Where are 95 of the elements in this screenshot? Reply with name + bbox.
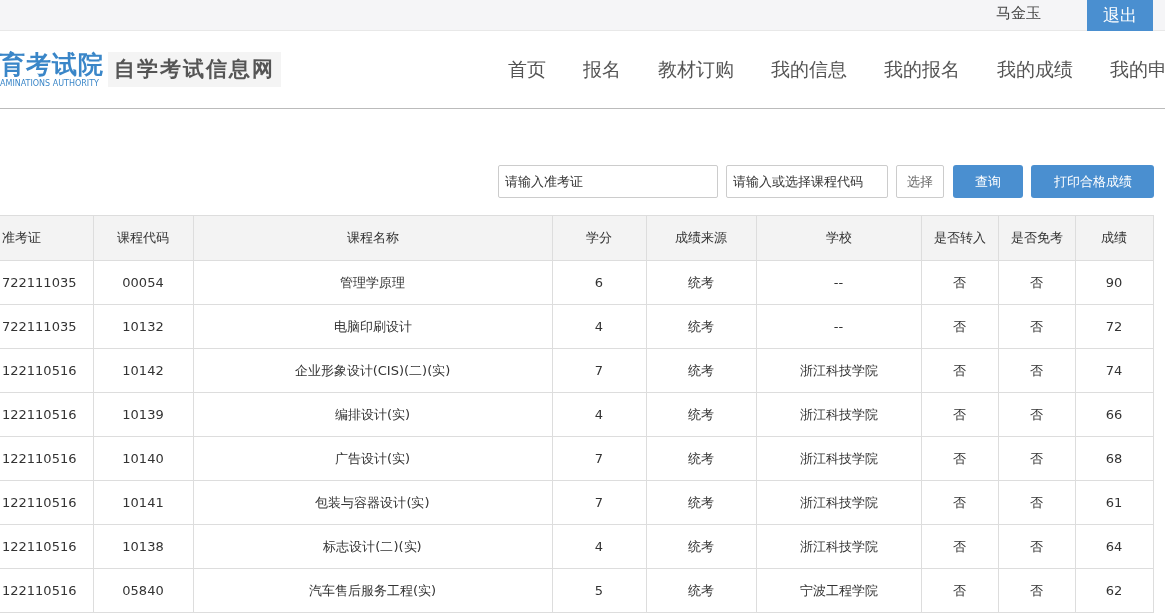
table-cell: 90	[1075, 260, 1153, 305]
table-cell: 7	[552, 480, 646, 525]
table-cell: 122110516	[0, 436, 93, 481]
table-cell: 包装与容器设计(实)	[193, 480, 552, 525]
table-cell: 宁波工程学院	[756, 568, 921, 613]
table-cell: 10140	[93, 436, 193, 481]
table-cell: 否	[921, 304, 998, 349]
table-cell: 64	[1075, 524, 1153, 569]
table-cell: 否	[998, 568, 1075, 613]
table-cell: 122110516	[0, 348, 93, 393]
table-cell: 10138	[93, 524, 193, 569]
table-cell: 05840	[93, 568, 193, 613]
table-cell: 否	[998, 480, 1075, 525]
column-header: 是否转入	[921, 215, 998, 261]
column-header: 成绩来源	[646, 215, 756, 261]
table-cell: 722111035	[0, 260, 93, 305]
logo-subtitle: AMINATIONS AUTHORITY	[0, 79, 100, 88]
table-cell: 统考	[646, 348, 756, 393]
user-name: 马金玉	[996, 3, 1041, 24]
ticket-input[interactable]: 请输入准考证	[498, 165, 718, 198]
table-cell: 66	[1075, 392, 1153, 437]
table-cell: 否	[921, 260, 998, 305]
table-cell: 统考	[646, 392, 756, 437]
table-cell: 浙江科技学院	[756, 436, 921, 481]
table-cell: 统考	[646, 480, 756, 525]
table-cell: 广告设计(实)	[193, 436, 552, 481]
column-header: 学分	[552, 215, 646, 261]
nav-link[interactable]: 我的报名	[884, 55, 960, 84]
nav-link[interactable]: 首页	[508, 55, 546, 84]
table-cell: 6	[552, 260, 646, 305]
table-cell: 否	[998, 304, 1075, 349]
table-cell: 74	[1075, 348, 1153, 393]
table-cell: 标志设计(二)(实)	[193, 524, 552, 569]
table-cell: 122110516	[0, 568, 93, 613]
column-header: 课程代码	[93, 215, 193, 261]
table-cell: 00054	[93, 260, 193, 305]
table-cell: 72	[1075, 304, 1153, 349]
table-cell: 4	[552, 392, 646, 437]
table-cell: 否	[921, 436, 998, 481]
table-cell: 否	[998, 392, 1075, 437]
table-cell: 10139	[93, 392, 193, 437]
site-name: 自学考试信息网	[108, 51, 281, 88]
course-code-input[interactable]: 请输入或选择课程代码	[726, 165, 888, 198]
table-cell: 10132	[93, 304, 193, 349]
table-cell: 否	[921, 348, 998, 393]
table-cell: 浙江科技学院	[756, 480, 921, 525]
table-cell: 电脑印刷设计	[193, 304, 552, 349]
table-cell: 汽车售后服务工程(实)	[193, 568, 552, 613]
table-cell: 否	[998, 260, 1075, 305]
table-cell: 否	[998, 524, 1075, 569]
table-cell: 122110516	[0, 524, 93, 569]
column-header: 是否免考	[998, 215, 1075, 261]
table-cell: 企业形象设计(CIS)(二)(实)	[193, 348, 552, 393]
select-button[interactable]: 选择	[896, 165, 944, 198]
nav-link[interactable]: 我的成绩	[997, 55, 1073, 84]
table-cell: 统考	[646, 568, 756, 613]
column-header: 准考证	[0, 215, 93, 261]
logo-title: 育考试院	[0, 51, 104, 77]
table-cell: 否	[998, 436, 1075, 481]
table-cell: 编排设计(实)	[193, 392, 552, 437]
table-cell: 122110516	[0, 480, 93, 525]
table-cell: 122110516	[0, 392, 93, 437]
table-cell: 浙江科技学院	[756, 524, 921, 569]
table-cell: 4	[552, 524, 646, 569]
table-cell: 浙江科技学院	[756, 392, 921, 437]
table-cell: 7	[552, 348, 646, 393]
table-cell: 62	[1075, 568, 1153, 613]
table-cell: 否	[921, 480, 998, 525]
nav-link[interactable]: 我的申	[1110, 55, 1165, 84]
table-cell: 722111035	[0, 304, 93, 349]
table-cell: 10142	[93, 348, 193, 393]
table-cell: 管理学原理	[193, 260, 552, 305]
table-cell: 否	[921, 524, 998, 569]
column-header: 成绩	[1075, 215, 1153, 261]
table-cell: 4	[552, 304, 646, 349]
table-cell: 7	[552, 436, 646, 481]
table-cell: 10141	[93, 480, 193, 525]
table-cell: 统考	[646, 304, 756, 349]
table-cell: 68	[1075, 436, 1153, 481]
table-cell: 否	[921, 392, 998, 437]
table-cell: 统考	[646, 436, 756, 481]
table-cell: 统考	[646, 260, 756, 305]
table-cell: 否	[998, 348, 1075, 393]
nav-link[interactable]: 我的信息	[771, 55, 847, 84]
nav-link[interactable]: 教材订购	[658, 55, 734, 84]
table-cell: 统考	[646, 524, 756, 569]
table-cell: --	[756, 304, 921, 349]
column-header: 课程名称	[193, 215, 552, 261]
table-cell: 否	[921, 568, 998, 613]
table-cell: 5	[552, 568, 646, 613]
column-header: 学校	[756, 215, 921, 261]
table-cell: 浙江科技学院	[756, 348, 921, 393]
table-cell: 61	[1075, 480, 1153, 525]
nav-link[interactable]: 报名	[583, 55, 621, 84]
table-cell: --	[756, 260, 921, 305]
